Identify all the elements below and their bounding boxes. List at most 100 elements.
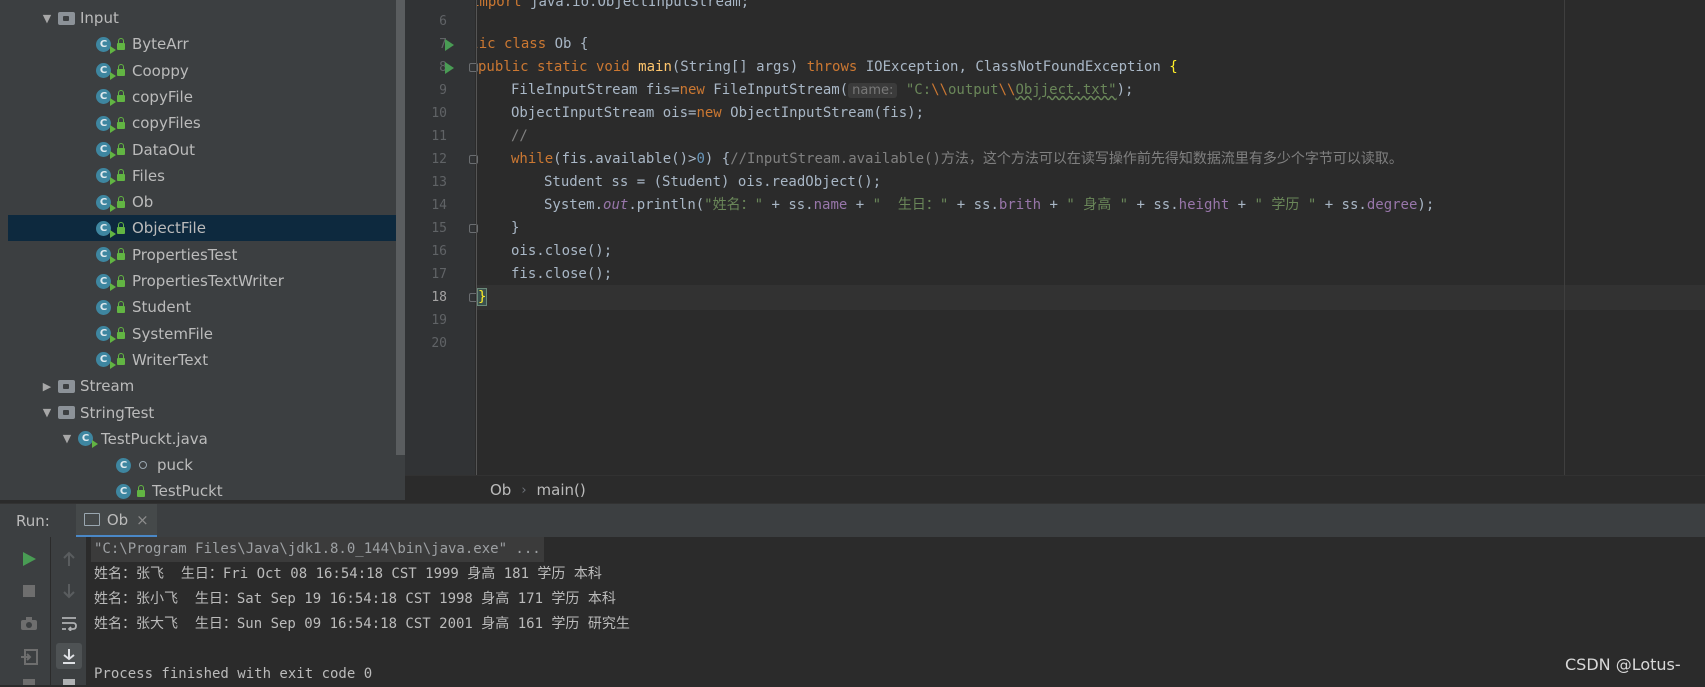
runnable-class-icon: C: [96, 89, 116, 107]
stop-icon[interactable]: [22, 584, 36, 598]
lock-icon: [117, 37, 125, 50]
line-number: 10: [431, 106, 447, 121]
run-tab-ob[interactable]: Ob ×: [75, 504, 157, 538]
code-line-7: public class Ob {: [477, 36, 589, 52]
run-left-strip: [0, 537, 8, 685]
lock-icon: [117, 195, 125, 208]
runnable-class-icon: C: [96, 115, 116, 133]
tree-item-propertiestest[interactable]: C PropertiesTest: [8, 242, 405, 268]
code-editor[interactable]: import java.io.ObjectInputStream; public…: [477, 0, 1705, 475]
lock-icon: [117, 300, 125, 313]
runnable-class-icon: C: [96, 220, 116, 238]
arrow-down-icon[interactable]: [62, 583, 76, 599]
breadcrumb-class[interactable]: Ob: [490, 481, 511, 499]
lock-icon: [117, 116, 125, 129]
tree-item-puck[interactable]: Cpuck: [8, 452, 405, 478]
tree-item-copyfiles[interactable]: CcopyFiles: [8, 110, 405, 136]
tree-item-input[interactable]: ▼ Input: [8, 5, 405, 31]
run-gutter-icon[interactable]: [445, 39, 454, 51]
line-number: 15: [431, 221, 447, 236]
line-number: 14: [431, 198, 447, 213]
tree-item-dataout[interactable]: C DataOut: [8, 137, 405, 163]
run-panel-label: Run:: [16, 512, 50, 530]
package-folder-icon: [58, 11, 75, 25]
lock-icon: [117, 274, 125, 287]
scroll-to-end-toggle[interactable]: [56, 643, 82, 669]
run-gutter-icon[interactable]: [445, 62, 454, 74]
expand-down-icon[interactable]: ▼: [40, 406, 54, 419]
breadcrumb-method[interactable]: main(): [537, 481, 586, 499]
scroll-to-end-icon: [63, 649, 75, 664]
tree-item-label: copyFile: [132, 87, 193, 106]
tree-item-label: puck: [157, 456, 193, 475]
tree-item-label: Input: [80, 9, 119, 27]
pin-icon[interactable]: [21, 677, 37, 685]
rerun-icon[interactable]: [21, 551, 37, 567]
print-icon[interactable]: [61, 678, 77, 685]
line-number: 19: [431, 313, 447, 328]
tree-item-stream[interactable]: ▶ Stream: [8, 373, 405, 399]
restore-layout-icon[interactable]: [20, 649, 38, 665]
editor-gutter: 6 7 8 9 10 11 12 13 14 15 16 17 18 19 20: [405, 0, 478, 475]
tree-item-systemfile[interactable]: C SystemFile: [8, 321, 405, 347]
close-tab-icon[interactable]: ×: [136, 511, 149, 529]
runnable-class-icon: C: [96, 326, 116, 344]
tree-item-label: SystemFile: [132, 324, 214, 343]
run-console[interactable]: "C:\Program Files\Java\jdk1.8.0_144\bin\…: [86, 537, 1705, 685]
current-line-highlight: [477, 285, 1705, 310]
line-number: 16: [431, 244, 447, 259]
breadcrumb-separator: ›: [521, 482, 527, 498]
tree-item-writertext[interactable]: C WriterText: [8, 347, 405, 373]
class-icon: C: [78, 431, 98, 449]
lock-icon: [117, 221, 125, 234]
console-tab-icon: [83, 513, 100, 526]
tree-item-label: Files: [132, 166, 165, 185]
tree-item-bytearr[interactable]: C ByteArr: [8, 31, 405, 57]
code-line-16: ois.close();: [511, 243, 613, 259]
soft-wrap-icon[interactable]: [60, 615, 78, 631]
tree-item-label: Stream: [80, 377, 135, 396]
line-number: 11: [431, 129, 447, 144]
tree-item-student[interactable]: C Student: [8, 294, 405, 320]
runnable-class-icon: C: [96, 142, 116, 159]
code-line-8: public static void main(String[] args) t…: [478, 59, 1178, 75]
tree-item-label: ObjectFile: [132, 219, 206, 238]
tree-item-label: Cooppy: [132, 61, 189, 80]
expand-down-icon[interactable]: ▼: [60, 432, 74, 445]
tree-item-cooppy[interactable]: C Cooppy: [8, 58, 405, 84]
tree-item-stringtest[interactable]: ▼ StringTest: [8, 400, 405, 426]
class-icon: C: [116, 457, 131, 473]
expand-down-icon[interactable]: ▼: [40, 12, 54, 25]
camera-icon[interactable]: [20, 617, 38, 631]
run-toolbar-secondary: [50, 537, 87, 685]
tree-item-propertiestextwriter[interactable]: C PropertiesTextWriter: [8, 268, 405, 294]
lock-icon: [117, 90, 125, 103]
code-line-5: import java.io.ObjectInputStream;: [477, 0, 750, 10]
class-icon: C: [96, 299, 111, 315]
tree-item-testpuckt[interactable]: C TestPuckt: [8, 478, 405, 500]
run-toolbar-primary: [8, 537, 50, 685]
tree-item-files[interactable]: C Files: [8, 163, 405, 189]
parameter-hint: name:: [848, 83, 898, 98]
project-tree[interactable]: ▼ Input C ByteArr C Cooppy CcopyFile CcopyFiles…: [8, 0, 405, 500]
right-margin-guide: [1564, 0, 1565, 475]
arrow-up-icon[interactable]: [62, 551, 76, 567]
tree-item-label: DataOut: [132, 140, 196, 159]
tree-item-ob[interactable]: C Ob: [8, 189, 405, 215]
tree-item-testpuckt-java[interactable]: ▼ C TestPuckt.java: [8, 426, 405, 452]
code-line-12: while(fis.available()>0) {//InputStream.…: [511, 151, 1403, 167]
code-line-13: Student ss = (Student) ois.readObject();: [544, 174, 882, 190]
runnable-class-icon: C: [96, 273, 116, 291]
tree-item-objectfile[interactable]: C ObjectFile: [8, 215, 405, 242]
runnable-class-icon: C: [96, 63, 116, 81]
package-private-icon: [139, 461, 147, 470]
tree-item-copyfile[interactable]: CcopyFile: [8, 84, 405, 110]
tree-item-label: PropertiesTest: [132, 245, 238, 264]
expand-right-icon[interactable]: ▶: [40, 380, 54, 393]
code-line-11: //: [511, 128, 528, 144]
run-tab-label: Ob: [106, 510, 129, 529]
project-tree-scrollbar[interactable]: [396, 0, 405, 455]
package-folder-icon: [58, 379, 75, 393]
line-number: 13: [431, 175, 447, 190]
code-line-9: FileInputStream fis=new FileInputStream(…: [511, 82, 1134, 98]
